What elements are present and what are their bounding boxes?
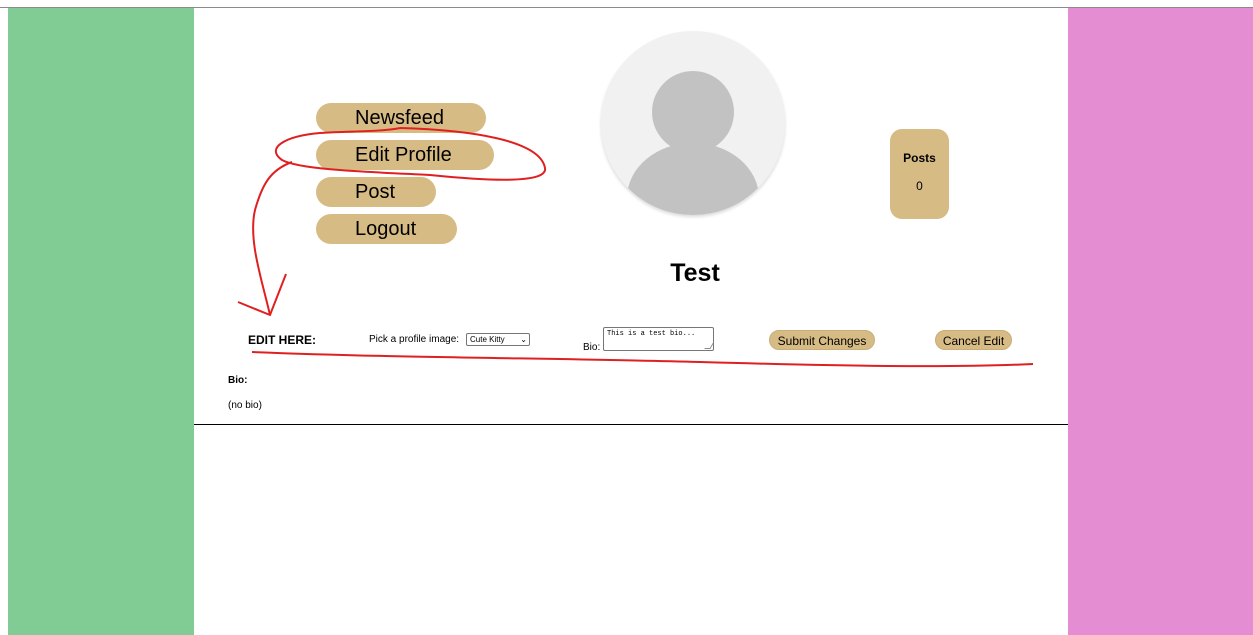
resize-grip-icon[interactable] (704, 343, 714, 349)
edit-profile-label: Edit Profile (355, 144, 452, 166)
newsfeed-label: Newsfeed (355, 107, 444, 129)
posts-count: 0 (916, 179, 923, 193)
bio-textarea[interactable]: This is a test bio... (603, 327, 714, 351)
left-sidebar (8, 8, 194, 635)
section-divider (194, 424, 1068, 425)
post-label: Post (355, 181, 396, 203)
bio-heading: Bio: (228, 375, 248, 386)
right-sidebar (1068, 8, 1253, 635)
edit-heading: EDIT HERE: (248, 333, 317, 347)
bio-field-label: Bio: (583, 342, 601, 353)
avatar-body (627, 143, 759, 215)
pick-image-label: Pick a profile image: (369, 334, 460, 345)
posts-stat-card: Posts 0 (890, 129, 949, 219)
logout-button[interactable]: Logout (316, 214, 457, 244)
submit-changes-button[interactable]: Submit Changes (769, 330, 875, 350)
selected-image-value: Cute Kitty (470, 335, 505, 344)
chevron-down-icon: ⌄ (520, 335, 527, 344)
bio-textarea-value: This is a test bio... (607, 330, 696, 338)
edit-profile-button[interactable]: Edit Profile (316, 140, 494, 170)
bio-text: (no bio) (228, 400, 262, 411)
post-button[interactable]: Post (316, 177, 436, 207)
logout-label: Logout (355, 218, 417, 240)
newsfeed-button[interactable]: Newsfeed (316, 103, 486, 133)
profile-username: Test (670, 259, 720, 287)
profile-avatar (601, 31, 785, 215)
posts-title: Posts (903, 151, 936, 165)
avatar-head (652, 71, 734, 153)
profile-image-select[interactable]: Cute Kitty ⌄ (466, 333, 530, 346)
cancel-edit-button[interactable]: Cancel Edit (935, 330, 1012, 350)
